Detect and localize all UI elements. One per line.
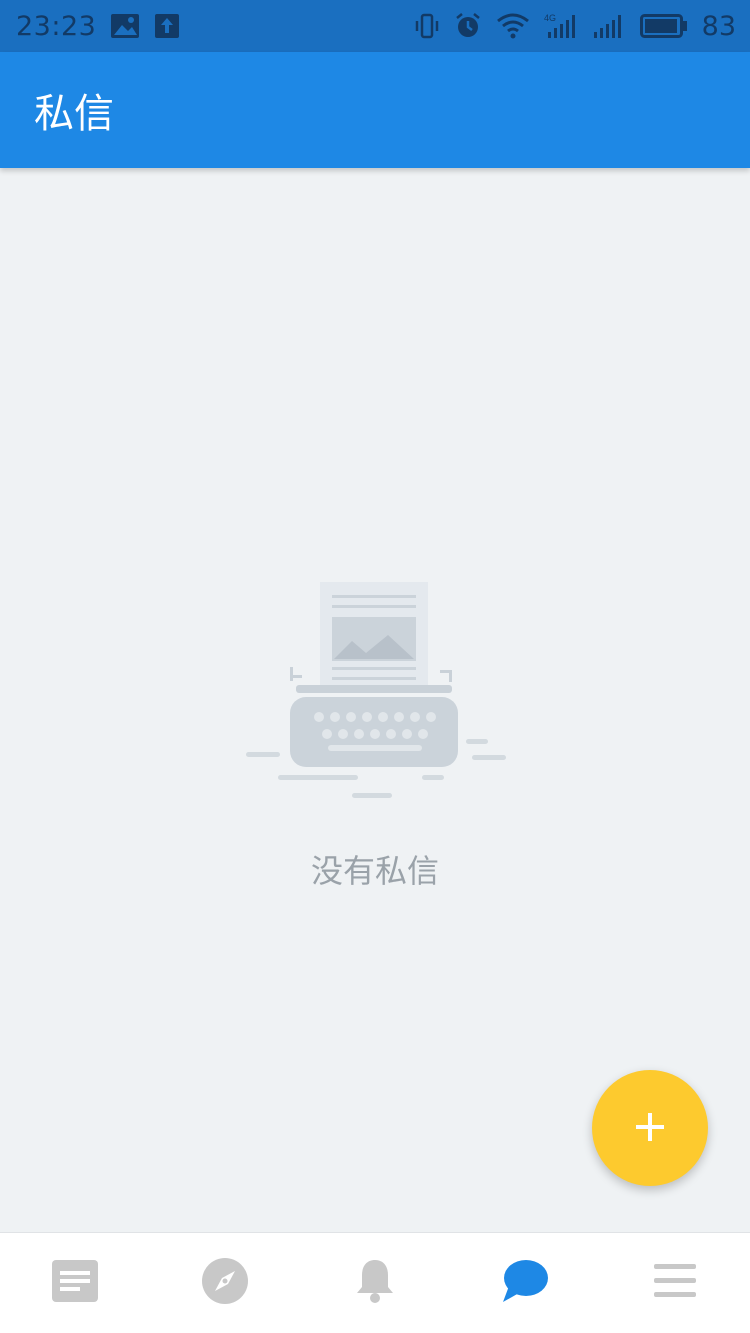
nav-item-notifications[interactable]: [300, 1233, 450, 1333]
battery-icon: [639, 13, 688, 39]
new-message-button[interactable]: [592, 1070, 708, 1186]
upload-icon: [154, 13, 180, 39]
compass-icon: [201, 1257, 249, 1309]
signal-icon: [592, 12, 626, 40]
page-title: 私信: [34, 91, 114, 137]
vibrate-icon: [414, 13, 440, 39]
battery-percent: 83: [701, 10, 736, 42]
nav-item-menu[interactable]: [600, 1233, 750, 1333]
nav-item-messages[interactable]: [450, 1233, 600, 1333]
nav-item-articles[interactable]: [0, 1233, 150, 1333]
article-icon: [51, 1259, 99, 1307]
typewriter-icon: [240, 575, 512, 805]
svg-text:4G: 4G: [544, 13, 556, 23]
chat-icon: [501, 1258, 549, 1308]
wifi-icon: [496, 13, 530, 39]
nav-item-explore[interactable]: [150, 1233, 300, 1333]
plus-icon: [633, 1110, 667, 1147]
signal-4g-icon: 4G: [544, 12, 578, 40]
status-right: 4G 83: [414, 11, 736, 42]
image-icon: [110, 13, 140, 39]
status-bar: 23:23 4G 83: [0, 0, 750, 52]
bell-icon: [353, 1257, 397, 1309]
status-left: 23:23: [16, 11, 180, 42]
alarm-icon: [454, 12, 482, 40]
status-time: 23:23: [16, 10, 97, 42]
app-bar: 私信: [0, 52, 750, 168]
empty-state-message: 没有私信: [310, 852, 439, 890]
menu-icon: [653, 1262, 697, 1304]
bottom-nav: [0, 1232, 750, 1333]
